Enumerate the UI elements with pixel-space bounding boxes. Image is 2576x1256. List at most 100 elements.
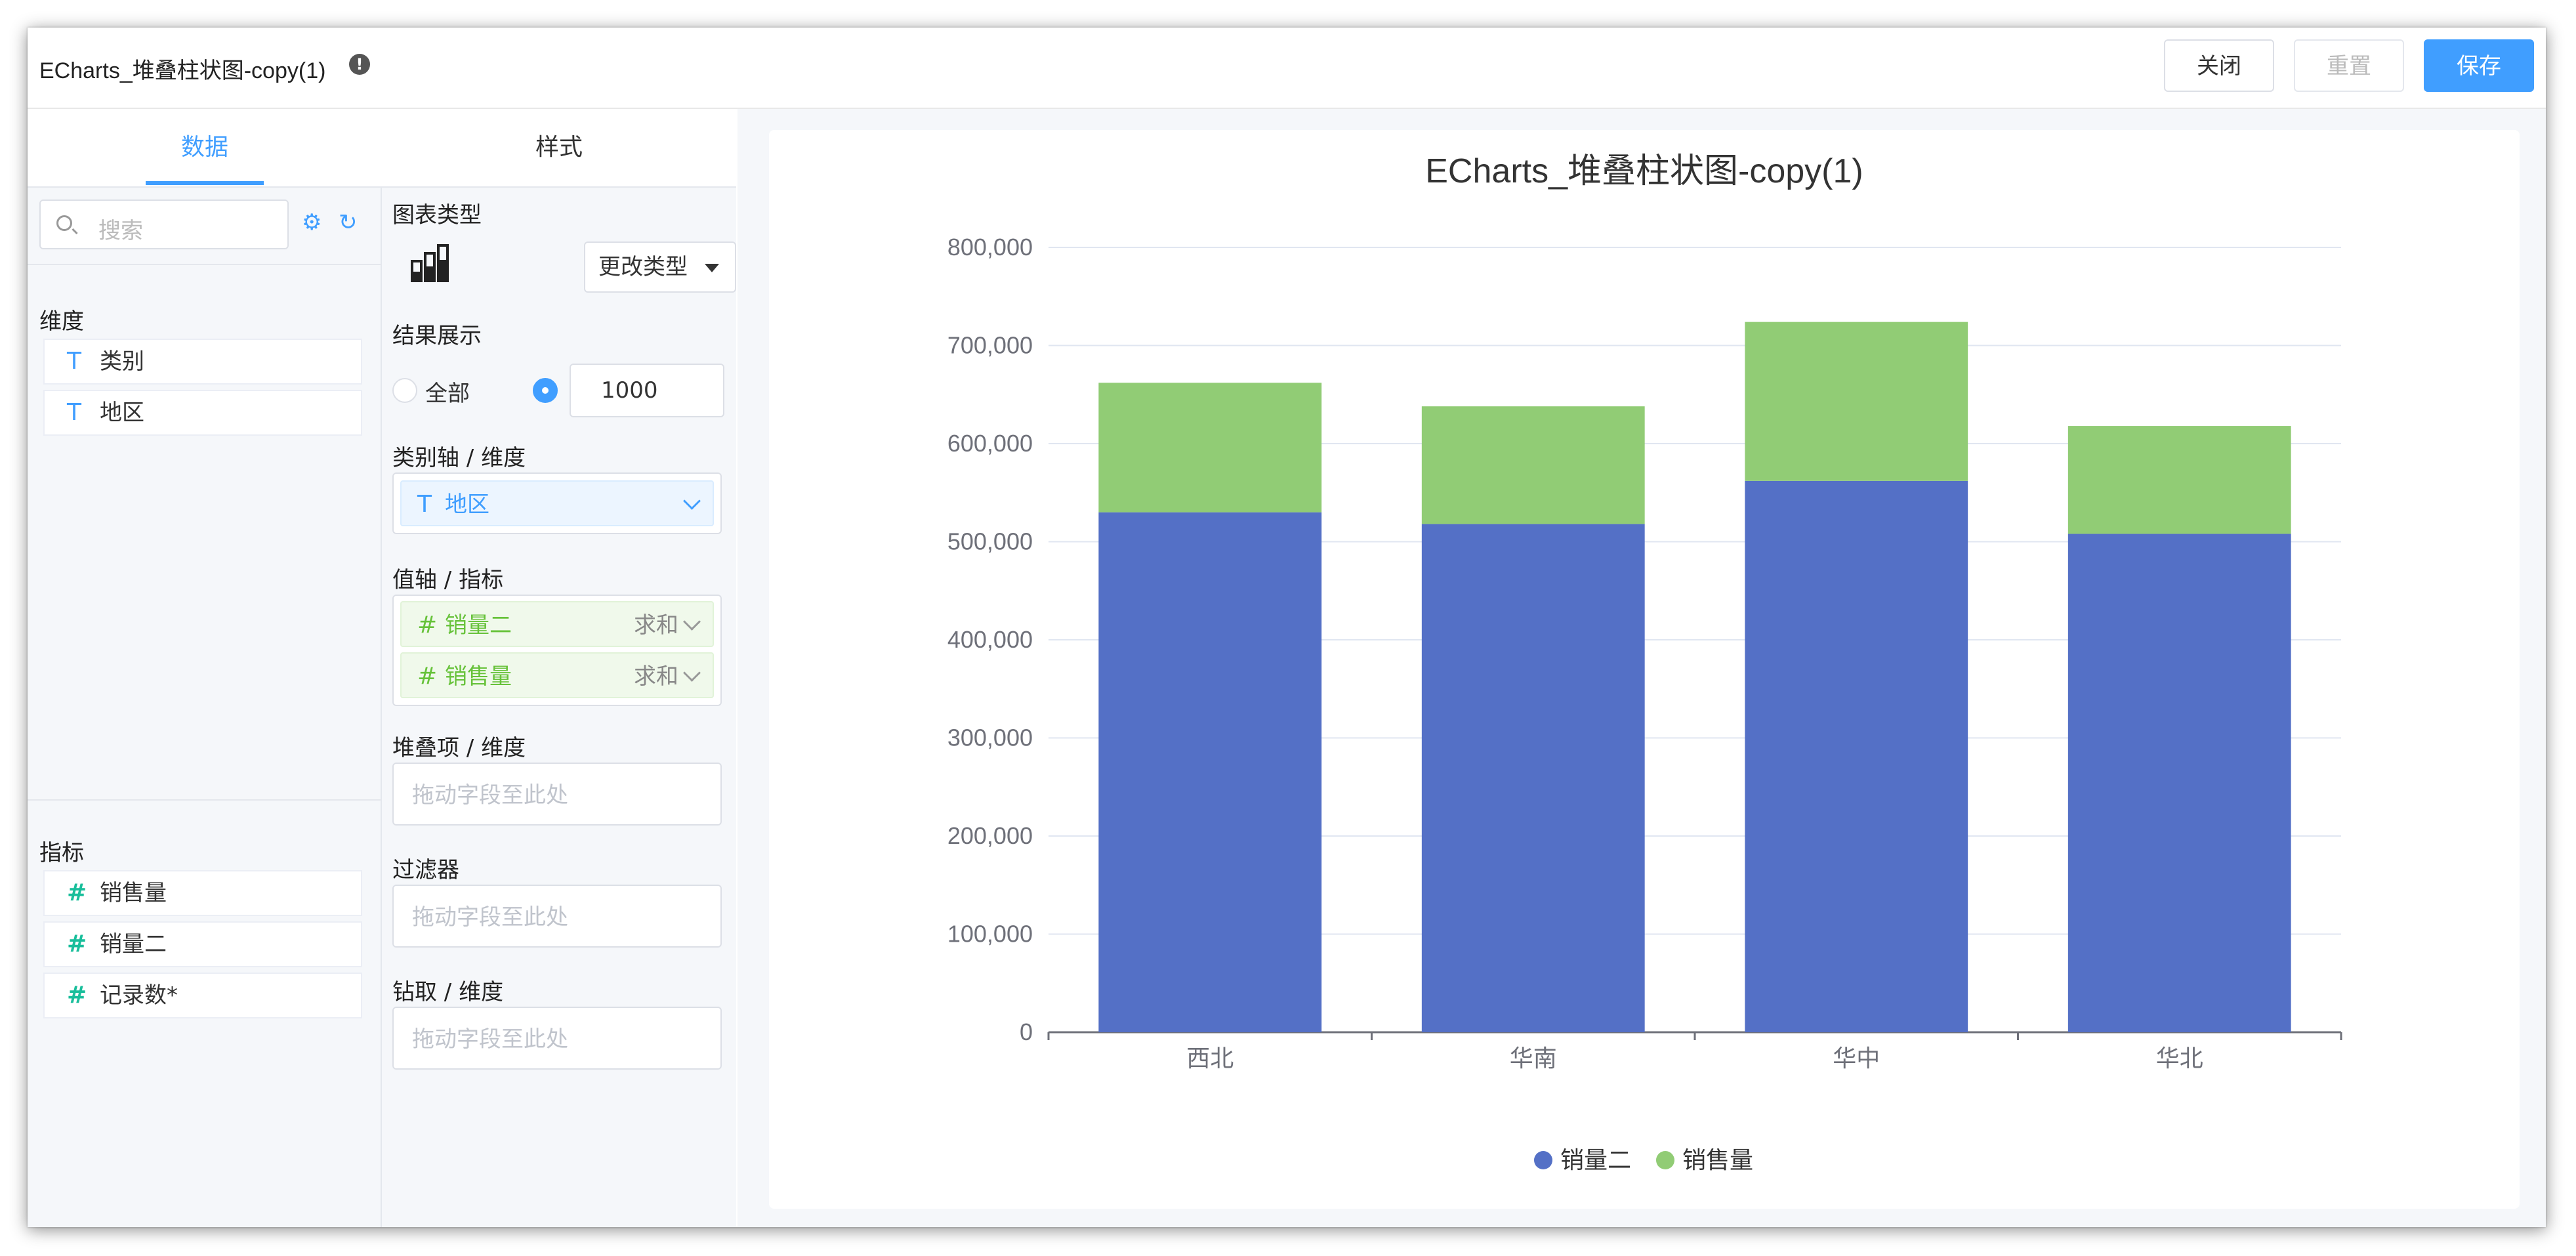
y-tick-label: 600,000 [947, 430, 1033, 457]
measure-item[interactable]: # 记录数* [43, 973, 362, 1018]
radio-all[interactable] [392, 378, 417, 403]
value-axis-dropzone[interactable]: # 销量二 求和 # 销售量 求和 [392, 595, 722, 706]
aggregation-label[interactable]: 求和 [634, 654, 678, 700]
drop-hint: 拖动字段至此处 [412, 1026, 568, 1053]
number-type-icon: # [417, 663, 438, 690]
radio-all-label: 全部 [425, 381, 470, 407]
y-tick-label: 800,000 [947, 234, 1033, 261]
bar-segment [1098, 512, 1322, 1032]
tab-data[interactable]: 数据 [28, 109, 382, 186]
value-field-pill[interactable]: # 销售量 求和 [400, 652, 714, 698]
x-tick-label: 华中 [1833, 1045, 1880, 1072]
number-type-icon: # [67, 879, 87, 906]
y-tick-label: 0 [1020, 1018, 1033, 1045]
y-tick-label: 300,000 [947, 724, 1033, 751]
stack-label: 堆叠项 / 维度 [392, 735, 526, 761]
chevron-down-icon[interactable] [683, 492, 701, 510]
bar-segment [1421, 406, 1645, 524]
save-button[interactable]: 保存 [2424, 39, 2534, 92]
y-tick-label: 200,000 [947, 822, 1033, 849]
text-type-icon: T [67, 348, 81, 375]
radio-limit[interactable] [533, 378, 558, 403]
chart-name: ECharts_堆叠柱状图-copy(1) [39, 58, 326, 83]
text-type-icon: T [417, 491, 432, 518]
close-button[interactable]: 关闭 [2164, 39, 2274, 92]
value-axis-label: 值轴 / 指标 [392, 567, 504, 593]
bar-segment [1745, 322, 1968, 481]
number-type-icon: # [67, 982, 87, 1009]
x-tick-label: 西北 [1186, 1045, 1234, 1072]
measure-item[interactable]: # 销售量 [43, 870, 362, 916]
result-label: 结果展示 [392, 323, 482, 349]
chevron-down-icon[interactable] [683, 613, 701, 631]
bar-segment [2067, 534, 2291, 1032]
dimension-label: 类别 [100, 348, 144, 375]
pill-label: 销量二 [445, 612, 512, 638]
bar-segment [1098, 383, 1322, 513]
y-tick-label: 400,000 [947, 626, 1033, 653]
stacked-bar-icon [411, 244, 449, 282]
bar-segment [1745, 480, 1968, 1032]
header-bar: ECharts_堆叠柱状图-copy(1) ! 关闭 重置 保存 [28, 28, 2546, 109]
legend-marker [1534, 1151, 1552, 1169]
measure-label: 销量二 [100, 931, 167, 957]
x-tick-label: 华北 [2156, 1045, 2203, 1072]
search-input[interactable]: 搜索 [39, 199, 289, 249]
config-column: 图表类型 更改类型 结果展示 全部 1000 类别轴 / 维度 T 地区 值轴 … [382, 188, 736, 1227]
active-tab-indicator [146, 181, 264, 185]
filter-label: 过滤器 [392, 857, 459, 883]
dimension-item[interactable]: T 地区 [43, 390, 362, 436]
measure-item[interactable]: # 销量二 [43, 921, 362, 967]
divider [28, 799, 381, 801]
dimension-label: 地区 [100, 400, 144, 426]
change-type-dropdown[interactable]: 更改类型 [584, 241, 736, 293]
fields-column: 搜索 ⚙ ↻ 维度 T 类别 T 地区 指标 # 销售量 # 销量二 # 记录数* [28, 188, 382, 1227]
aggregation-label[interactable]: 求和 [634, 602, 678, 648]
panel-tabs: 数据 样式 [28, 109, 736, 188]
info-icon[interactable]: ! [349, 54, 370, 75]
chart-type-label: 图表类型 [392, 202, 482, 228]
category-axis-dropzone[interactable]: T 地区 [392, 472, 722, 534]
dimension-item[interactable]: T 类别 [43, 339, 362, 385]
reset-button[interactable]: 重置 [2294, 39, 2404, 92]
y-tick-label: 100,000 [947, 921, 1033, 948]
legend-label: 销售量 [1682, 1146, 1753, 1173]
bar-segment [2067, 426, 2291, 534]
refresh-icon[interactable]: ↻ [339, 211, 361, 234]
search-placeholder: 搜索 [98, 218, 143, 244]
measure-label: 记录数* [100, 982, 178, 1009]
bar-segment [1421, 524, 1645, 1032]
measures-label: 指标 [39, 840, 84, 866]
y-tick-label: 700,000 [947, 332, 1033, 359]
divider [28, 264, 381, 265]
chevron-down-icon[interactable] [683, 664, 701, 682]
chart-card: ECharts_堆叠柱状图-copy(1) 0 100,000 200,000 300… [769, 130, 2520, 1209]
value-field-pill[interactable]: # 销量二 求和 [400, 601, 714, 647]
settings-icon[interactable]: ⚙ [302, 211, 324, 234]
text-type-icon: T [67, 399, 81, 426]
stack-dropzone[interactable]: 拖动字段至此处 [392, 763, 722, 826]
drill-label: 钻取 / 维度 [392, 979, 504, 1005]
search-icon [56, 215, 72, 231]
legend-label: 销量二 [1560, 1146, 1631, 1173]
limit-input[interactable]: 1000 [570, 364, 724, 417]
change-type-label: 更改类型 [598, 254, 688, 280]
drop-hint: 拖动字段至此处 [412, 782, 568, 808]
category-field-pill[interactable]: T 地区 [400, 480, 714, 526]
x-tick-label: 华南 [1510, 1045, 1557, 1072]
tab-style[interactable]: 样式 [382, 109, 736, 186]
dimensions-label: 维度 [39, 308, 84, 335]
pill-label: 销售量 [445, 663, 512, 690]
stacked-bar-chart: 0 100,000 200,000 300,000 400,000 500,000 600,… [947, 234, 2342, 1173]
drill-dropzone[interactable]: 拖动字段至此处 [392, 1007, 722, 1070]
y-tick-label: 500,000 [947, 528, 1033, 555]
chart-preview-area: ECharts_堆叠柱状图-copy(1) 0 100,000 200,000 300… [737, 109, 2546, 1227]
filter-dropzone[interactable]: 拖动字段至此处 [392, 885, 722, 948]
legend-marker [1656, 1151, 1674, 1169]
editor-window: ECharts_堆叠柱状图-copy(1) ! 关闭 重置 保存 数据 样式 搜… [28, 28, 2546, 1227]
measure-label: 销售量 [100, 880, 167, 906]
number-type-icon: # [417, 612, 438, 638]
left-panel: 数据 样式 搜索 ⚙ ↻ 维度 T 类别 T 地区 指标 # 销售量 # 销量二… [28, 109, 736, 1227]
drop-hint: 拖动字段至此处 [412, 904, 568, 931]
pill-label: 地区 [445, 492, 489, 518]
